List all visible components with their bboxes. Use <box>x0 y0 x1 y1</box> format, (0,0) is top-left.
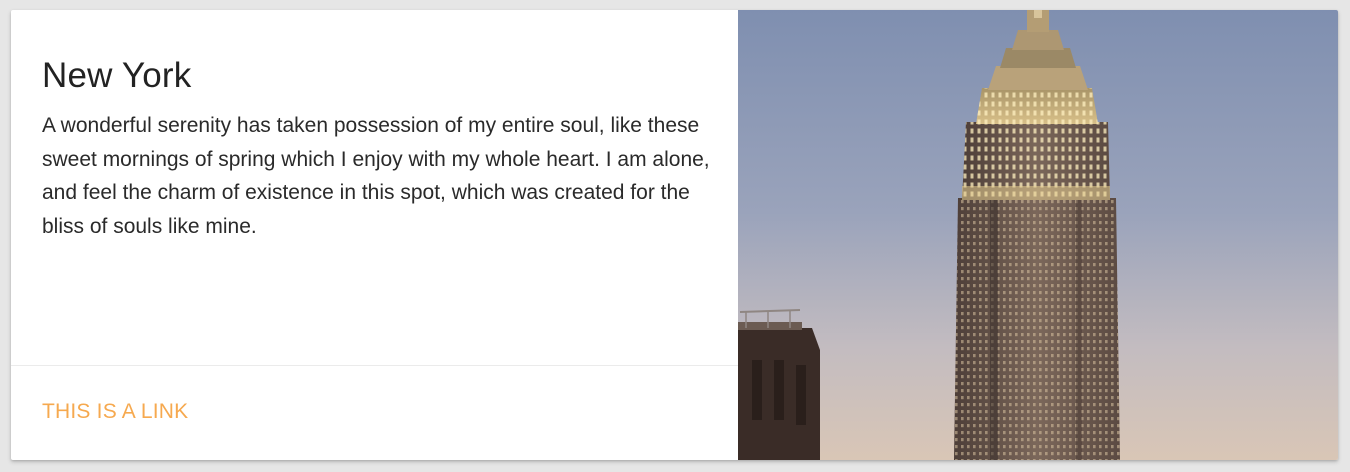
card-title: New York <box>42 56 192 95</box>
card-image <box>738 10 1338 460</box>
skyscraper-photo-image <box>738 10 1338 460</box>
card-link[interactable]: THIS IS A LINK <box>42 400 188 423</box>
card-action: THIS IS A LINK <box>11 365 738 460</box>
card-content: New York A wonderful serenity has taken … <box>11 10 738 365</box>
card-stacked: New York A wonderful serenity has taken … <box>11 10 738 460</box>
card-description: A wonderful serenity has taken possessio… <box>42 114 710 238</box>
horizontal-card: New York A wonderful serenity has taken … <box>11 10 1338 460</box>
